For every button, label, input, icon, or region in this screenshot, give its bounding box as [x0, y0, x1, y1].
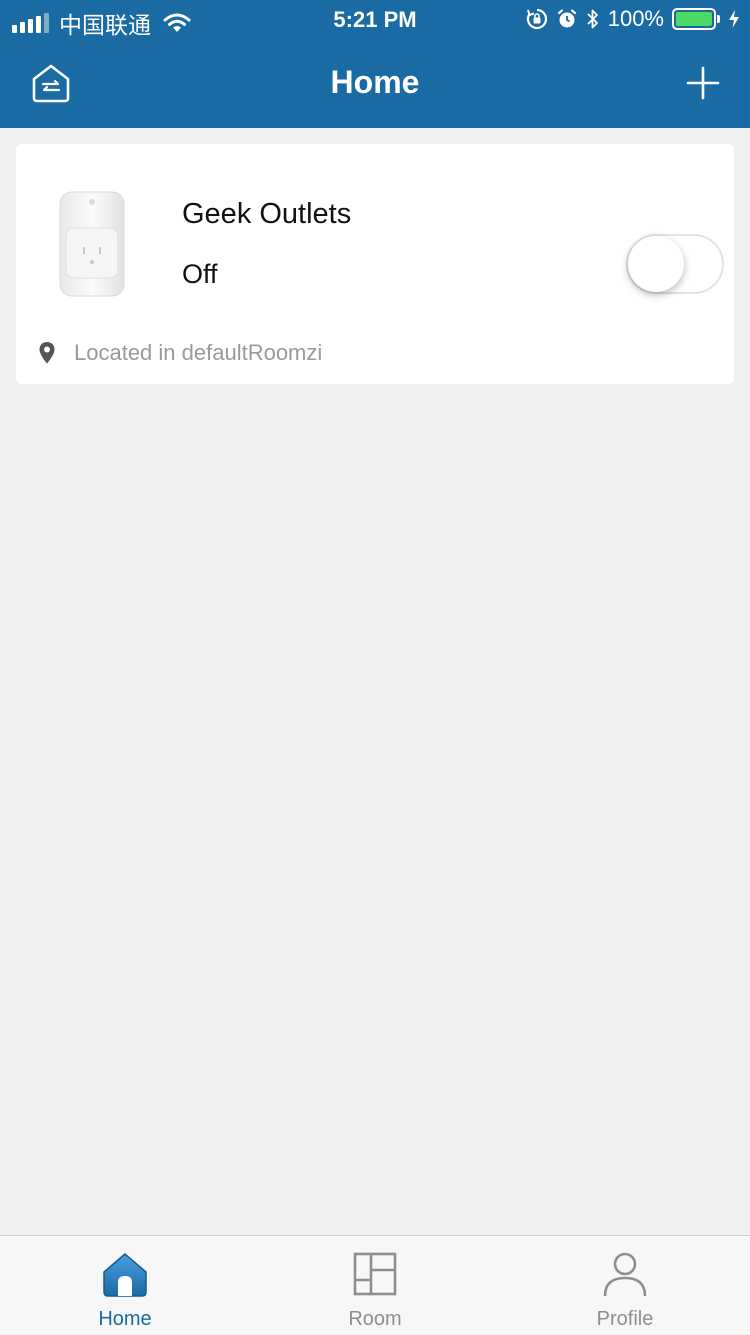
tab-room-label: Room: [348, 1308, 402, 1330]
device-name: Geek Outlets: [182, 198, 352, 230]
device-status: Off: [182, 259, 218, 289]
page-title: Home: [330, 64, 420, 100]
charging-icon: [729, 10, 739, 28]
orientation-lock-icon: [526, 8, 547, 30]
battery-icon: [672, 8, 720, 30]
tab-home-label: Home: [98, 1308, 152, 1330]
room-layout-icon: [353, 1252, 397, 1296]
device-card[interactable]: Geek Outlets Off Located in defaultRoomz…: [16, 144, 734, 384]
status-right: 100%: [526, 6, 740, 32]
smart-plug-image: [59, 191, 125, 297]
location-label: Located in defaultRoomzi: [74, 340, 323, 365]
status-bar: 中国联通 5:21 PM 100%: [0, 0, 750, 40]
tab-home[interactable]: Home: [0, 1236, 250, 1335]
tab-profile[interactable]: Profile: [500, 1236, 750, 1335]
device-power-toggle[interactable]: [626, 234, 724, 294]
home-icon: [103, 1253, 147, 1297]
tab-profile-label: Profile: [596, 1308, 654, 1330]
alarm-icon: [557, 9, 576, 28]
person-icon: [603, 1252, 647, 1297]
location-pin-icon: [39, 342, 55, 364]
bluetooth-icon: [587, 9, 598, 29]
app-header: 中国联通 5:21 PM 100% Home: [0, 0, 750, 128]
plus-icon[interactable]: [686, 66, 720, 100]
tab-bar: Home Room Profile: [0, 1235, 750, 1334]
tab-room[interactable]: Room: [250, 1236, 500, 1335]
toggle-knob: [628, 236, 684, 292]
device-location: Located in defaultRoomzi: [38, 340, 322, 366]
battery-percent: 100%: [607, 6, 664, 31]
